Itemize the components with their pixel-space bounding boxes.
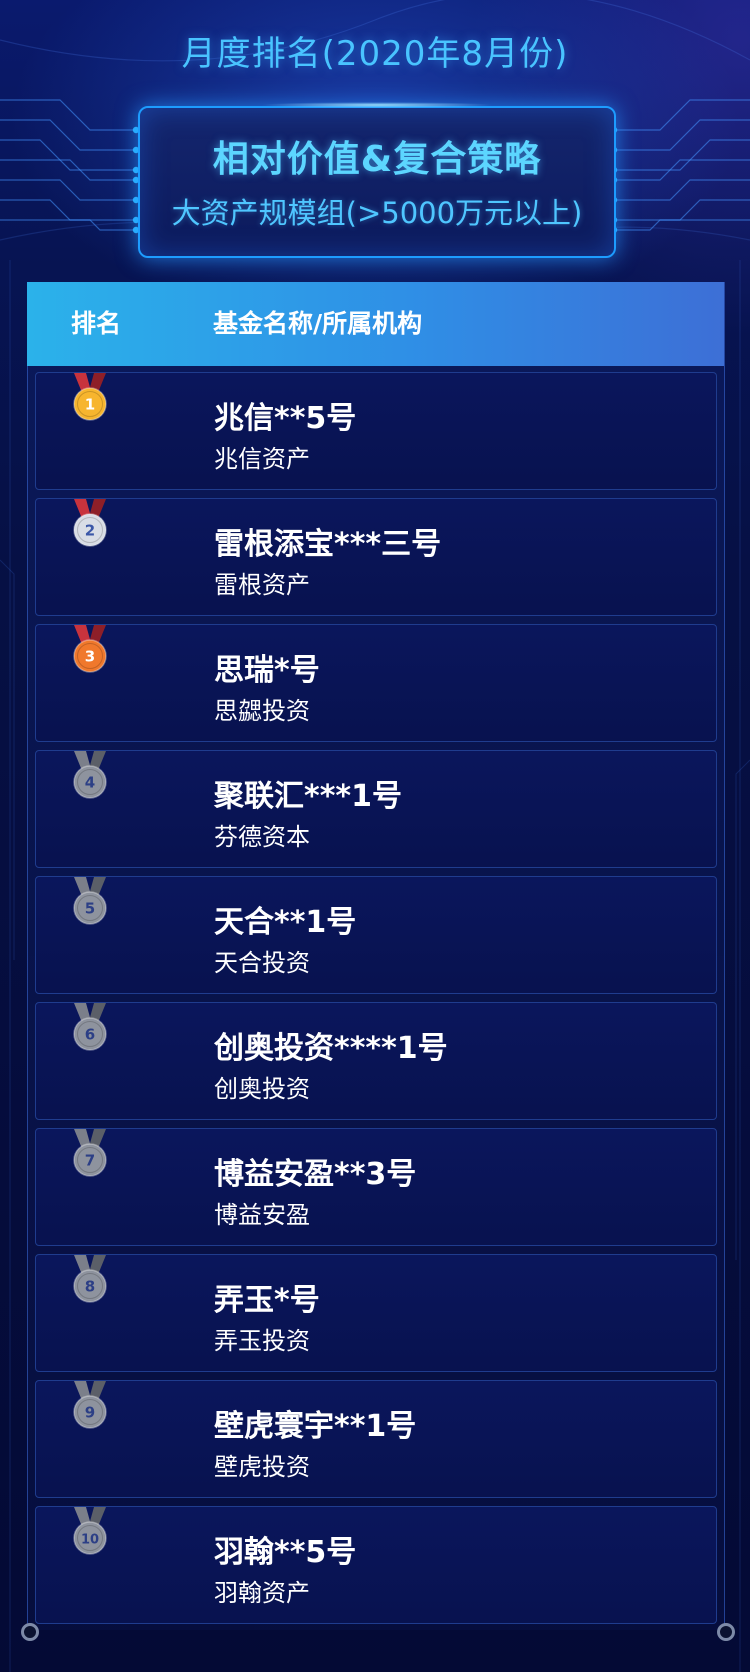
ranking-row: 3 思瑞*号 思勰投资 [35, 624, 717, 742]
medal-rank-number: 7 [85, 1152, 95, 1170]
rank-medal-icon: 9 [73, 1381, 107, 1429]
column-header-fund-name: 基金名称/所属机构 [213, 309, 423, 338]
gold-medal-icon: 1 [73, 373, 107, 421]
fund-name: 创奥投资****1号 [214, 1031, 448, 1066]
ranking-page: 月度排名(2020年8月份) 相对价值&复合策略 大资产规模组(>5000万元以… [0, 0, 750, 1672]
fund-organization: 兆信资产 [214, 445, 310, 473]
ranking-row: 4 聚联汇***1号 芬德资本 [35, 750, 717, 868]
ranking-row: 10 羽翰**5号 羽翰资产 [35, 1506, 717, 1624]
ranking-row: 1 兆信**5号 兆信资产 [35, 372, 717, 490]
fund-organization: 雷根资产 [214, 571, 310, 599]
fund-organization: 博益安盈 [214, 1201, 310, 1229]
panel-top-glow [260, 102, 494, 108]
fund-organization: 芬德资本 [214, 823, 310, 851]
medal-rank-number: 2 [85, 522, 95, 540]
medal-rank-number: 10 [81, 1533, 99, 1548]
fund-name: 壁虎寰宇**1号 [214, 1409, 417, 1444]
fund-name: 天合**1号 [214, 905, 357, 940]
fund-name: 聚联汇***1号 [214, 779, 402, 814]
rank-medal-icon: 5 [73, 877, 107, 925]
fund-organization: 思勰投资 [214, 697, 310, 725]
medal-rank-number: 4 [85, 774, 95, 792]
frame-corner-dot-right [717, 1623, 735, 1641]
fund-name: 思瑞*号 [214, 653, 320, 688]
page-title: 月度排名(2020年8月份) [181, 34, 569, 74]
rank-medal-icon: 4 [73, 751, 107, 799]
column-header-rank: 排名 [71, 309, 122, 338]
medal-rank-number: 1 [85, 396, 95, 414]
ranking-row: 6 创奥投资****1号 创奥投资 [35, 1002, 717, 1120]
silver-medal-icon: 2 [73, 499, 107, 547]
strategy-title: 相对价值&复合策略 [212, 139, 542, 180]
category-panel: 相对价值&复合策略 大资产规模组(>5000万元以上) [138, 102, 616, 258]
medal-rank-number: 3 [85, 648, 95, 666]
fund-name: 雷根添宝***三号 [214, 527, 442, 562]
ranking-row: 2 雷根添宝***三号 雷根资产 [35, 498, 717, 616]
ranking-row: 7 博益安盈**3号 博益安盈 [35, 1128, 717, 1246]
frame-corner-dot-left [21, 1623, 39, 1641]
medal-rank-number: 5 [85, 900, 95, 918]
ranking-row: 8 弄玉*号 弄玉投资 [35, 1254, 717, 1372]
size-group-label: 大资产规模组(>5000万元以上) [171, 196, 583, 230]
fund-organization: 羽翰资产 [214, 1579, 310, 1607]
rank-medal-icon: 7 [73, 1129, 107, 1177]
medal-rank-number: 9 [85, 1404, 95, 1422]
table-header: 排名 基金名称/所属机构 [27, 282, 724, 366]
fund-name: 羽翰**5号 [214, 1535, 357, 1570]
rank-medal-icon: 6 [73, 1003, 107, 1051]
bronze-medal-icon: 3 [73, 625, 107, 673]
ranking-row: 9 壁虎寰宇**1号 壁虎投资 [35, 1380, 717, 1498]
fund-organization: 创奥投资 [214, 1075, 310, 1103]
medal-rank-number: 8 [85, 1278, 95, 1296]
fund-name: 弄玉*号 [214, 1283, 320, 1318]
fund-name: 兆信**5号 [214, 401, 357, 436]
fund-name: 博益安盈**3号 [214, 1157, 417, 1192]
rank-medal-icon: 8 [73, 1255, 107, 1303]
fund-organization: 天合投资 [214, 949, 310, 977]
medal-rank-number: 6 [85, 1026, 95, 1044]
ranking-row: 5 天合**1号 天合投资 [35, 876, 717, 994]
rank-medal-icon: 10 [73, 1507, 107, 1555]
fund-organization: 壁虎投资 [214, 1453, 310, 1481]
fund-organization: 弄玉投资 [214, 1327, 310, 1355]
